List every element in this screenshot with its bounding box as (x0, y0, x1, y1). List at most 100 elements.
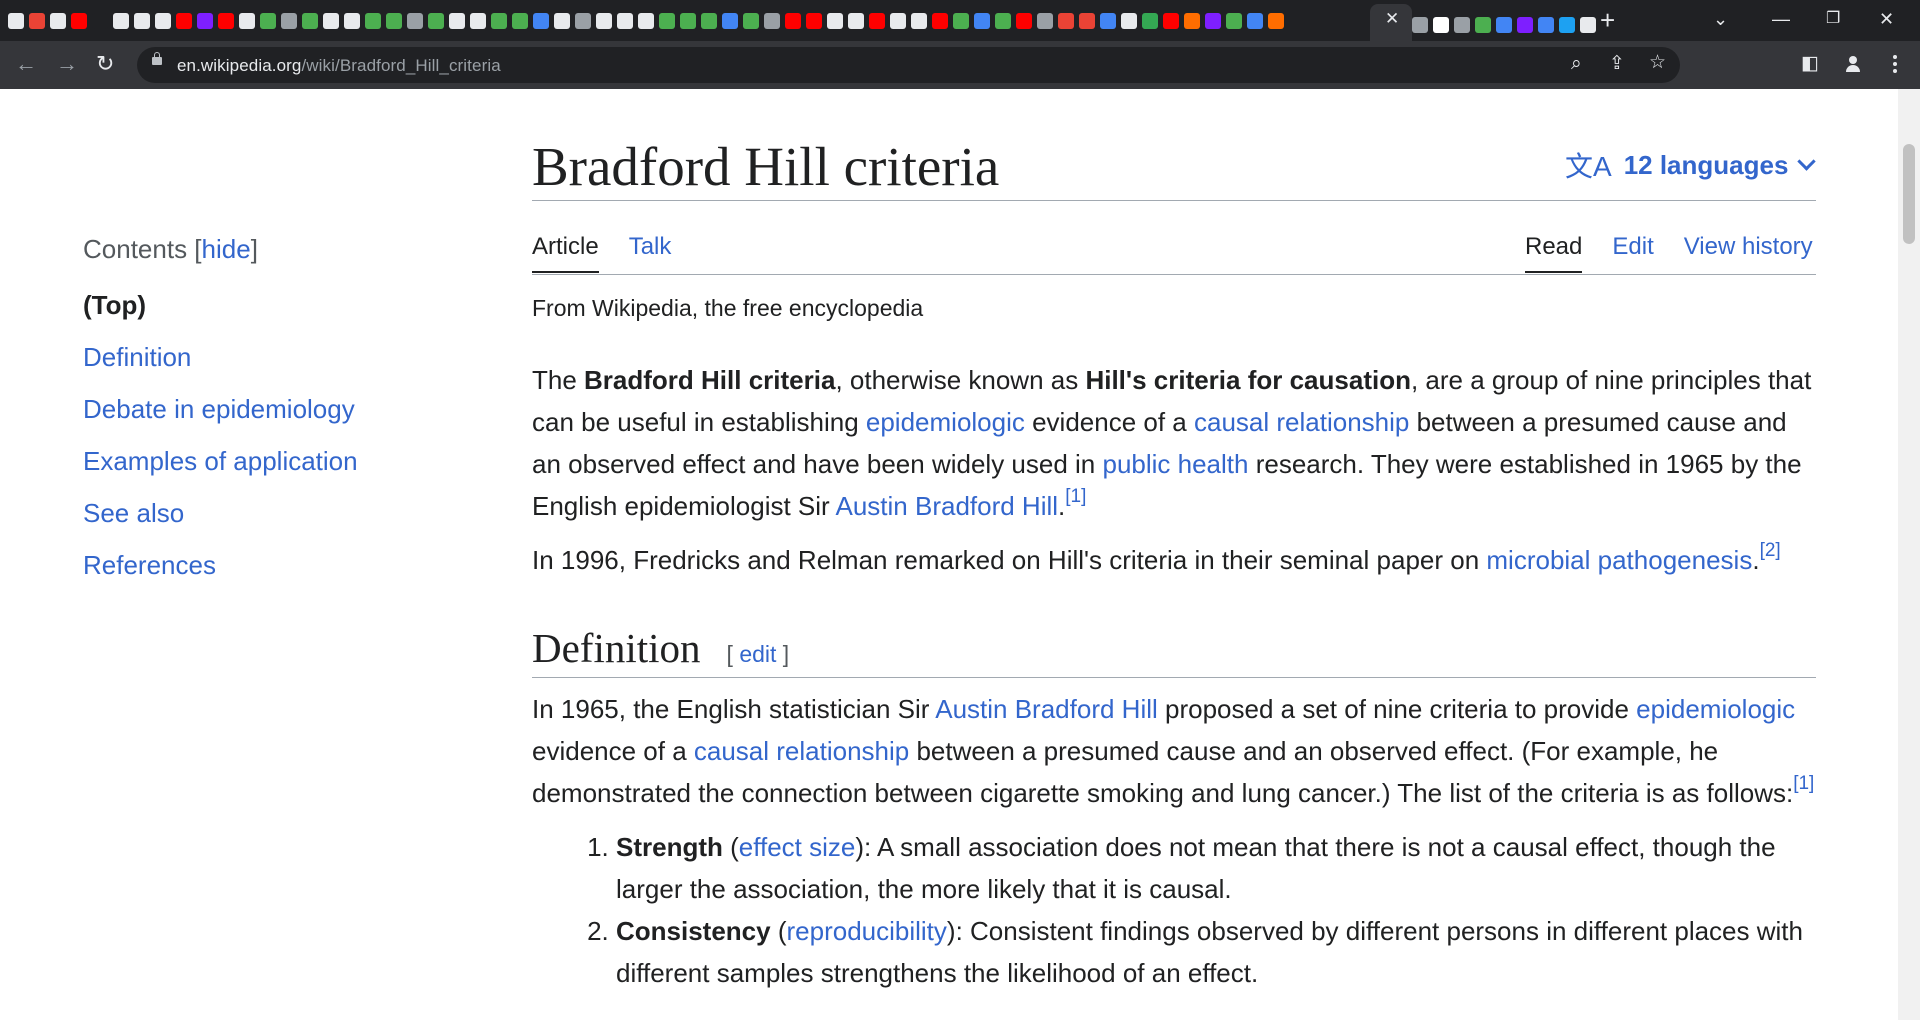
tab-favicon-icon[interactable] (134, 13, 150, 29)
tab-favicon-icon[interactable] (470, 13, 486, 29)
tab-favicon-icon[interactable] (386, 13, 402, 29)
tab-favicon-icon[interactable] (92, 13, 108, 29)
tab-favicon-icon[interactable] (29, 13, 45, 29)
tab-favicon-icon[interactable] (596, 13, 612, 29)
tab-favicon-icon[interactable] (1226, 13, 1242, 29)
tab-favicon-icon[interactable] (1121, 13, 1137, 29)
tab-favicon-icon[interactable] (344, 13, 360, 29)
tab-favicon-icon[interactable] (1268, 13, 1284, 29)
tab-favicon-icon[interactable] (743, 13, 759, 29)
tab-favicon-icon[interactable] (1517, 17, 1533, 33)
tab-favicon-icon[interactable] (1475, 17, 1491, 33)
tab-favicon-icon[interactable] (302, 13, 318, 29)
citation-ref[interactable]: [1] (1793, 773, 1814, 794)
link-effect-size[interactable]: effect size (739, 832, 856, 862)
side-panel-icon[interactable]: ◧ (1801, 53, 1819, 75)
tab-search-chevron-icon[interactable]: ⌄ (1713, 8, 1728, 30)
tab-favicon-icon[interactable] (995, 13, 1011, 29)
tab-favicon-icon[interactable] (1454, 17, 1470, 33)
tab-favicon-icon[interactable] (701, 13, 717, 29)
zoom-icon[interactable]: ⌕ (1571, 53, 1582, 75)
tab-favicon-icon[interactable] (449, 13, 465, 29)
tab-favicon-icon[interactable] (1496, 17, 1512, 33)
pinned-tab-favicons[interactable] (8, 9, 1398, 33)
tab-favicon-icon[interactable] (365, 13, 381, 29)
lock-icon[interactable] (152, 52, 162, 65)
tab-favicon-icon[interactable] (218, 13, 234, 29)
toc-item-top[interactable]: (Top) (83, 289, 358, 321)
tab-favicon-icon[interactable] (281, 13, 297, 29)
tab-favicon-icon[interactable] (197, 13, 213, 29)
tab-favicon-icon[interactable] (554, 13, 570, 29)
tab-favicon-icon[interactable] (113, 13, 129, 29)
tab-favicon-icon[interactable] (1079, 13, 1095, 29)
tab-favicon-icon[interactable] (806, 13, 822, 29)
tab-favicon-icon[interactable] (1100, 13, 1116, 29)
tab-favicon-icon[interactable] (1559, 17, 1575, 33)
link-causal-relationship[interactable]: causal relationship (694, 736, 909, 766)
close-tab-icon[interactable]: ✕ (1385, 9, 1399, 29)
browser-menu-icon[interactable] (1893, 55, 1897, 75)
window-close-icon[interactable]: ✕ (1879, 8, 1894, 30)
tab-favicon-icon[interactable] (1016, 13, 1032, 29)
new-tab-button[interactable]: + (1600, 7, 1615, 33)
tab-favicon-icon[interactable] (1058, 13, 1074, 29)
tab-favicon-icon[interactable] (155, 13, 171, 29)
link-public-health[interactable]: public health (1102, 449, 1248, 479)
tab-favicon-icon[interactable] (932, 13, 948, 29)
tab-favicon-icon[interactable] (1538, 17, 1554, 33)
tab-favicon-icon[interactable] (8, 13, 24, 29)
tab-favicon-icon[interactable] (428, 13, 444, 29)
tab-favicon-icon[interactable] (617, 13, 633, 29)
forward-icon[interactable]: → (56, 52, 78, 76)
page-scrollbar[interactable] (1898, 89, 1920, 1020)
tab-favicon-icon[interactable] (1580, 17, 1596, 33)
citation-ref[interactable]: [2] (1760, 540, 1781, 561)
tab-talk[interactable]: Talk (629, 229, 672, 273)
link-epidemiologic[interactable]: epidemiologic (1636, 694, 1795, 724)
tab-favicon-icon[interactable] (176, 13, 192, 29)
language-selector-button[interactable]: 文A 12 languages (1565, 147, 1817, 183)
tab-favicon-icon[interactable] (491, 13, 507, 29)
tab-favicon-icon[interactable] (1412, 17, 1428, 33)
profile-avatar-icon[interactable] (1844, 55, 1862, 73)
tab-read[interactable]: Read (1525, 229, 1583, 273)
bookmark-star-icon[interactable]: ☆ (1649, 52, 1666, 74)
tab-view-history[interactable]: View history (1684, 229, 1813, 273)
tab-edit[interactable]: Edit (1612, 229, 1653, 273)
tab-favicon-icon[interactable] (260, 13, 276, 29)
address-bar[interactable]: en.wikipedia.org/wiki/Bradford_Hill_crit… (137, 47, 1680, 83)
tab-favicon-icon[interactable] (575, 13, 591, 29)
toc-item-examples[interactable]: Examples of application (83, 445, 358, 477)
tab-favicon-icon[interactable] (785, 13, 801, 29)
tab-favicon-icon[interactable] (911, 13, 927, 29)
back-icon[interactable]: ← (15, 52, 37, 76)
tab-favicon-icon[interactable] (722, 13, 738, 29)
toc-hide-link[interactable]: hide (202, 234, 251, 264)
toc-item-references[interactable]: References (83, 549, 358, 581)
tab-favicon-icon[interactable] (680, 13, 696, 29)
link-austin-bradford-hill[interactable]: Austin Bradford Hill (935, 694, 1158, 724)
tab-favicon-icon[interactable] (1205, 13, 1221, 29)
tab-favicon-icon[interactable] (848, 13, 864, 29)
link-microbial-pathogenesis[interactable]: microbial pathogenesis (1486, 545, 1752, 575)
toc-item-see-also[interactable]: See also (83, 497, 358, 529)
tab-favicon-icon[interactable] (1247, 13, 1263, 29)
tab-favicon-icon[interactable] (512, 13, 528, 29)
tab-favicon-icon[interactable] (764, 13, 780, 29)
reload-icon[interactable]: ↻ (96, 52, 114, 76)
tab-favicons-right[interactable] (1412, 13, 1601, 33)
tab-favicon-icon[interactable] (869, 13, 885, 29)
link-causal-relationship[interactable]: causal relationship (1194, 407, 1409, 437)
tab-favicon-icon[interactable] (1433, 17, 1449, 33)
url-text[interactable]: en.wikipedia.org/wiki/Bradford_Hill_crit… (177, 56, 501, 76)
share-icon[interactable]: ⇪ (1609, 53, 1625, 75)
tab-favicon-icon[interactable] (953, 13, 969, 29)
tab-favicon-icon[interactable] (533, 13, 549, 29)
tab-favicon-icon[interactable] (638, 13, 654, 29)
toc-item-debate[interactable]: Debate in epidemiology (83, 393, 358, 425)
scrollbar-thumb[interactable] (1903, 144, 1915, 244)
toc-item-definition[interactable]: Definition (83, 341, 358, 373)
tab-favicon-icon[interactable] (239, 13, 255, 29)
tab-favicon-icon[interactable] (71, 13, 87, 29)
